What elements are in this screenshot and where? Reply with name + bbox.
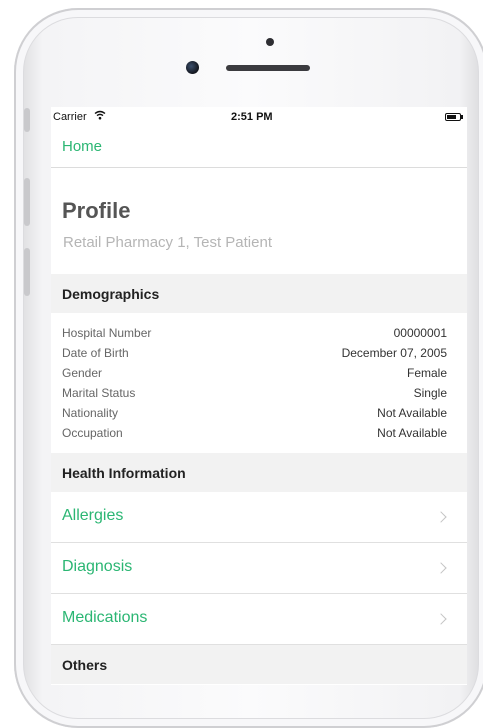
wifi-icon — [94, 110, 106, 120]
list-item-label: Diagnosis — [62, 558, 133, 575]
section-title: Health Information — [62, 465, 186, 481]
section-title: Others — [62, 657, 108, 673]
demo-row-hospital-number: Hospital Number 00000001 — [62, 323, 447, 343]
front-camera — [266, 38, 274, 46]
status-time: 2:51 PM — [231, 111, 273, 123]
demo-label: Hospital Number — [62, 326, 152, 340]
demo-value: Not Available — [377, 426, 447, 440]
demo-label: Occupation — [62, 426, 123, 440]
chevron-right-icon — [435, 613, 447, 625]
battery-icon — [445, 113, 463, 121]
demographics-list: Hospital Number 00000001 Date of Birth D… — [51, 313, 467, 453]
list-item-diagnosis[interactable]: Diagnosis — [51, 543, 467, 594]
demo-label: Nationality — [62, 406, 119, 420]
demo-row-gender: Gender Female — [62, 363, 447, 383]
list-item-allergies[interactable]: Allergies — [51, 492, 467, 543]
home-back-button[interactable]: Home — [62, 138, 102, 155]
page-title: Profile — [62, 198, 131, 223]
demo-value: Single — [413, 386, 447, 400]
demo-row-nationality: Nationality Not Available — [62, 403, 447, 423]
section-title: Demographics — [62, 286, 160, 302]
demographics-section-header: Demographics — [51, 274, 467, 313]
list-item-label: Allergies — [62, 507, 124, 524]
demo-value: Not Available — [377, 406, 447, 420]
demo-value: Female — [406, 366, 447, 380]
demo-label: Marital Status — [62, 386, 136, 400]
demo-value: 00000001 — [393, 326, 447, 340]
demo-row-date-of-birth: Date of Birth December 07, 2005 — [62, 343, 447, 363]
health-information-section-header: Health Information — [51, 453, 467, 492]
others-section-header: Others — [51, 645, 467, 684]
demo-label: Gender — [62, 366, 103, 380]
chevron-right-icon — [435, 511, 447, 523]
status-bar: Carrier 2:51 PM — [51, 107, 467, 129]
demo-value: December 07, 2005 — [341, 346, 447, 360]
volume-up-button — [24, 178, 30, 226]
navigation-bar: Home — [51, 129, 467, 168]
demo-row-occupation: Occupation Not Available — [62, 423, 447, 443]
demo-row-marital-status: Marital Status Single — [62, 383, 447, 403]
app-screen: Carrier 2:51 PM Home Profile Retail Phar… — [51, 107, 467, 685]
volume-down-button — [24, 248, 30, 296]
list-item-label: Medications — [62, 609, 148, 626]
silent-switch — [24, 108, 30, 132]
demo-label: Date of Birth — [62, 346, 129, 360]
patient-subtitle: Retail Pharmacy 1, Test Patient — [63, 234, 272, 251]
proximity-sensor — [186, 61, 199, 74]
profile-header: Profile Retail Pharmacy 1, Test Patient — [51, 168, 467, 274]
chevron-right-icon — [435, 562, 447, 574]
list-item-medications[interactable]: Medications — [51, 594, 467, 645]
carrier-label: Carrier — [53, 111, 87, 123]
earpiece-speaker — [226, 65, 310, 71]
